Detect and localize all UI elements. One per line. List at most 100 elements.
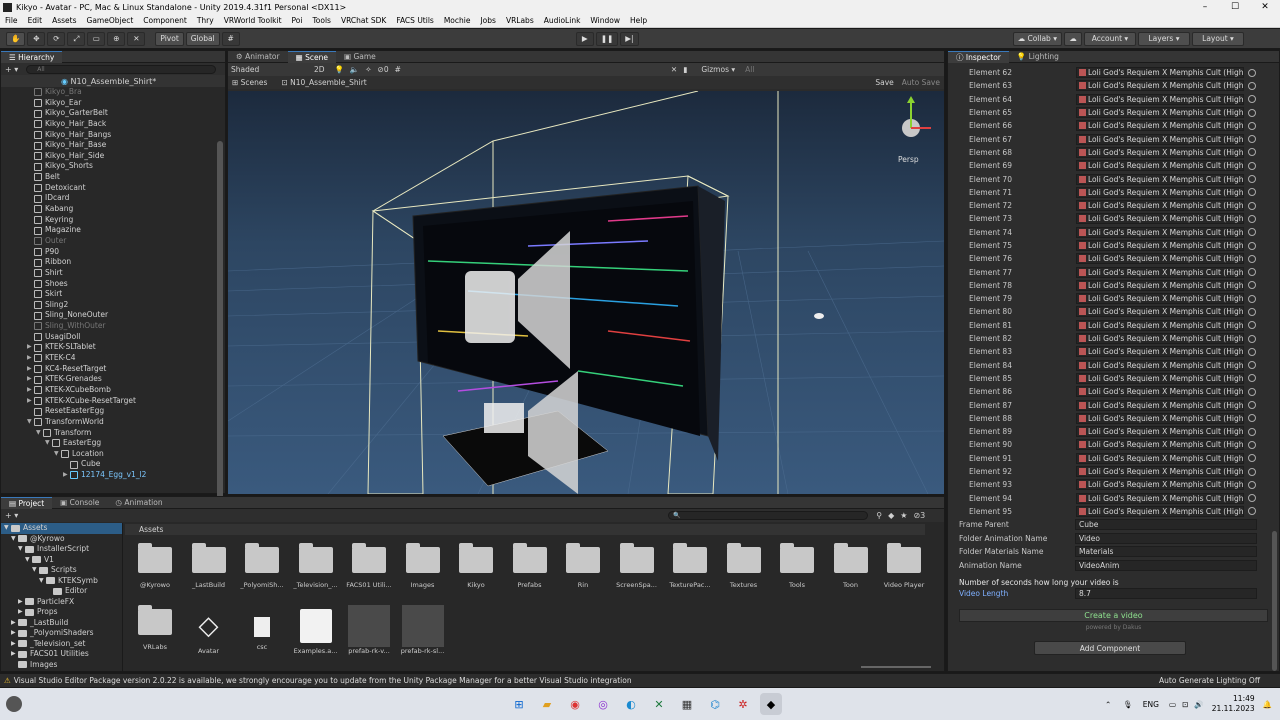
element-object-field[interactable]: Loli God's Requiem X Memphis Cult (High … [1076, 80, 1244, 92]
effects-toggle-icon[interactable]: ✧ [365, 65, 371, 74]
element-object-field[interactable]: Loli God's Requiem X Memphis Cult (High … [1076, 426, 1244, 438]
property-field[interactable]: Materials [1075, 546, 1257, 558]
breadcrumb-scenes[interactable]: ⊞ Scenes [232, 78, 267, 87]
object-picker-icon[interactable] [1248, 440, 1256, 449]
tray-chevron-icon[interactable]: ⌃ [1105, 700, 1111, 709]
element-object-field[interactable]: Loli God's Requiem X Memphis Cult (High … [1076, 67, 1244, 79]
menu-tools[interactable]: Tools [307, 16, 335, 25]
rotate-tool-icon[interactable]: ⟳ [47, 31, 66, 46]
step-button[interactable]: ▶| [620, 31, 639, 46]
hierarchy-scrollbar[interactable] [217, 141, 223, 501]
tab-game[interactable]: ▣ Game [336, 51, 384, 63]
expand-arrow-icon[interactable]: ▶ [27, 342, 34, 353]
hierarchy-item[interactable]: Kikyo_Hair_Base [1, 140, 225, 151]
microphone-icon[interactable]: 🎙 [1123, 700, 1133, 709]
edge-icon[interactable]: ◐ [620, 693, 642, 715]
object-picker-icon[interactable] [1248, 148, 1256, 157]
widget-icon[interactable] [6, 696, 22, 712]
menu-help[interactable]: Help [625, 16, 652, 25]
object-picker-icon[interactable] [1248, 68, 1256, 77]
custom-tool-icon[interactable]: ✕ [127, 31, 146, 46]
hierarchy-item[interactable]: ▶ KTEK-XCube-ResetTarget [1, 396, 225, 407]
tab-scene[interactable]: ▦ Scene [287, 50, 336, 63]
tab-animation[interactable]: ◷ Animation [107, 497, 170, 509]
expand-arrow-icon[interactable]: ▼ [39, 576, 46, 587]
object-picker-icon[interactable] [1248, 175, 1256, 184]
asset-item[interactable]: ◇ Avatar [183, 609, 235, 655]
hidden-packages-icon[interactable]: ⊘ [913, 511, 920, 520]
hierarchy-item[interactable]: Kabang [1, 204, 225, 215]
asset-folder[interactable]: _Television_... [290, 543, 342, 589]
asset-folder[interactable]: Images [397, 543, 449, 589]
asset-folder[interactable]: _LastBuild [183, 543, 235, 589]
collab-dropdown[interactable]: ☁ Collab ▾ [1012, 31, 1062, 46]
add-icon[interactable]: + ▾ [5, 65, 18, 74]
expand-arrow-icon[interactable]: ▶ [27, 353, 34, 364]
property-field[interactable]: Video [1075, 532, 1257, 544]
hierarchy-item[interactable]: Sling2 [1, 300, 225, 311]
object-picker-icon[interactable] [1248, 161, 1256, 170]
expand-arrow-icon[interactable]: ▼ [54, 449, 61, 460]
asset-item[interactable]: VRLabs [129, 605, 181, 651]
object-picker-icon[interactable] [1248, 334, 1256, 343]
asset-folder[interactable]: TexturePac... [664, 543, 716, 589]
project-folder-item[interactable]: Images [1, 660, 122, 671]
project-folder-item[interactable]: ▼ @Kyrowo [1, 534, 122, 545]
menu-jobs[interactable]: Jobs [475, 16, 500, 25]
vscode-icon[interactable]: ⌬ [704, 693, 726, 715]
menu-file[interactable]: File [0, 16, 23, 25]
tab-project[interactable]: ▤ Project [1, 496, 53, 509]
expand-arrow-icon[interactable]: ▼ [36, 428, 43, 439]
hierarchy-item[interactable]: IDcard [1, 193, 225, 204]
network-icon[interactable]: ⊡ [1182, 700, 1188, 709]
layers-dropdown[interactable]: Layers ▾ [1137, 31, 1190, 46]
object-picker-icon[interactable] [1248, 321, 1256, 330]
persp-label[interactable]: Persp [898, 155, 919, 164]
element-object-field[interactable]: Loli God's Requiem X Memphis Cult (High … [1076, 333, 1244, 345]
element-object-field[interactable]: Loli God's Requiem X Memphis Cult (High … [1076, 93, 1244, 105]
transform-tool-icon[interactable]: ⊕ [107, 31, 126, 46]
chrome-icon[interactable]: ◉ [564, 693, 586, 715]
project-folder-item[interactable]: ▼ InstallerScript [1, 544, 122, 555]
scale-tool-icon[interactable]: ⤢ [67, 31, 86, 46]
element-object-field[interactable]: Loli God's Requiem X Memphis Cult (High … [1076, 146, 1244, 158]
menu-window[interactable]: Window [585, 16, 625, 25]
asset-folder[interactable]: FACS01 Utili... [343, 543, 395, 589]
element-object-field[interactable]: Loli God's Requiem X Memphis Cult (High … [1076, 133, 1244, 145]
menu-component[interactable]: Component [138, 16, 192, 25]
calendar-icon[interactable]: ▦ [676, 693, 698, 715]
hierarchy-item[interactable]: ▶ KTEK-C4 [1, 353, 225, 364]
asset-folder[interactable]: Prefabs [504, 543, 556, 589]
hierarchy-item[interactable]: Sling_WithOuter [1, 321, 225, 332]
hierarchy-item[interactable]: ▼ EasterEgg [1, 438, 225, 449]
project-folder-item[interactable]: ▼ Assets [1, 523, 122, 534]
layout-dropdown[interactable]: Layout ▾ [1191, 31, 1244, 46]
asset-folder[interactable]: _PolyomiSh... [236, 543, 288, 589]
object-picker-icon[interactable] [1248, 254, 1256, 263]
scene-viewport[interactable]: Persp [228, 91, 944, 494]
menu-vrchat-sdk[interactable]: VRChat SDK [336, 16, 391, 25]
object-picker-icon[interactable] [1248, 108, 1256, 117]
volume-icon[interactable]: 🔊 [1194, 700, 1203, 709]
object-picker-icon[interactable] [1248, 374, 1256, 383]
element-object-field[interactable]: Loli God's Requiem X Memphis Cult (High … [1076, 492, 1244, 504]
object-picker-icon[interactable] [1248, 228, 1256, 237]
pivot-toggle[interactable]: Pivot [155, 31, 184, 46]
asset-folder[interactable]: Rin [557, 543, 609, 589]
element-object-field[interactable]: Loli God's Requiem X Memphis Cult (High … [1076, 213, 1244, 225]
filter-label-icon[interactable]: ◆ [888, 511, 894, 520]
hierarchy-item[interactable]: Ribbon [1, 257, 225, 268]
asset-folder[interactable]: ScreenSpa... [611, 543, 663, 589]
hierarchy-scene-row[interactable]: ◉ N10_Assemble_Shirt* [1, 75, 225, 87]
expand-arrow-icon[interactable]: ▶ [27, 374, 34, 385]
element-object-field[interactable]: Loli God's Requiem X Memphis Cult (High … [1076, 319, 1244, 331]
object-picker-icon[interactable] [1248, 188, 1256, 197]
element-object-field[interactable]: Loli God's Requiem X Memphis Cult (High … [1076, 186, 1244, 198]
expand-arrow-icon[interactable]: ▶ [18, 597, 25, 608]
element-object-field[interactable]: Loli God's Requiem X Memphis Cult (High … [1076, 200, 1244, 212]
hierarchy-item[interactable]: ▶ KTEK-SLTablet [1, 342, 225, 353]
filter-type-icon[interactable]: ⚲ [876, 511, 882, 520]
hierarchy-item[interactable]: ▶ KTEK-Grenades [1, 374, 225, 385]
monitor-icon[interactable]: ▭ [1169, 700, 1176, 709]
status-message[interactable]: Visual Studio Editor Package version 2.0… [14, 676, 632, 685]
